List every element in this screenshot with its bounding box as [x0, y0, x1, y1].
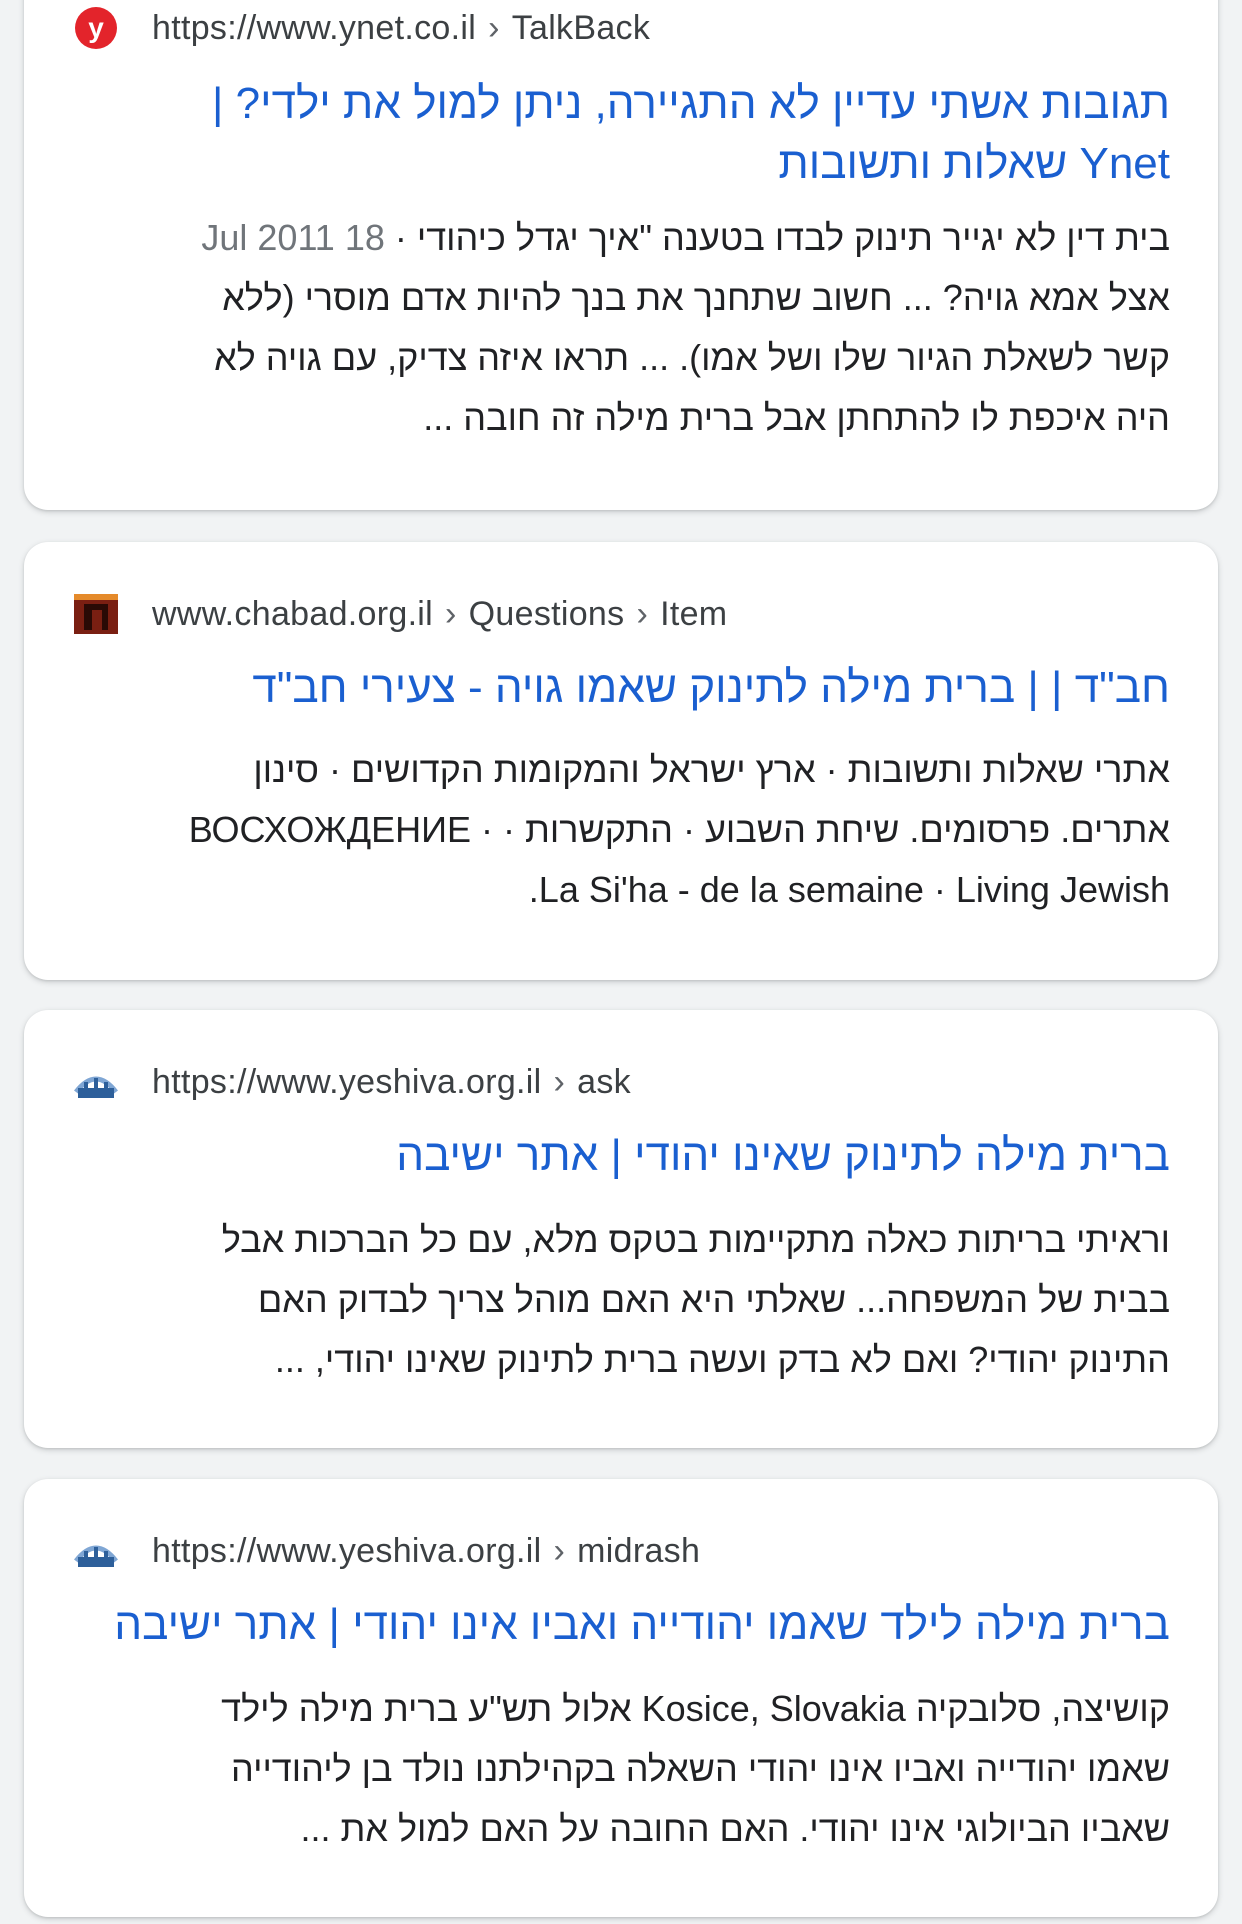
snippet-line: קושיצה, סלובקיה Kosice, Slovakia אלול תש… — [221, 1688, 1170, 1729]
snippet-line: אתרי שאלות ותשובות · ארץ ישראל והמקומות … — [253, 749, 1170, 790]
result-title-line: Ynet שאלות ותשובות — [778, 139, 1170, 188]
breadcrumb-separator: › — [636, 594, 649, 633]
snippet-text: בית דין לא יגייר תינוק לבדו בטענה "איך י… — [384, 217, 1170, 258]
breadcrumb-separator: › — [445, 594, 457, 633]
breadcrumb-separator: › — [553, 1062, 566, 1101]
result-date: 18 Jul 2011 — [201, 217, 385, 258]
result-title-link[interactable]: ברית מילה לתינוק שאינו יהודי | אתר ישיבה — [72, 1126, 1170, 1186]
svg-text:y: y — [88, 12, 104, 43]
yeshiva-logo-icon — [72, 1527, 120, 1575]
result-url-site: www.chabad.org.il — [152, 594, 434, 633]
result-url-path: midrash — [577, 1531, 701, 1570]
result-url: https://www.yeshiva.org.il › ask — [152, 1063, 631, 1102]
result-url-path: Questions — [468, 594, 625, 633]
result-title-line: תגובות אשתי עדיין לא התגיירה, ניתן למול … — [212, 79, 1170, 128]
result-url: https://www.ynet.co.il › TalkBack — [152, 9, 650, 48]
result-url-path: TalkBack — [511, 8, 651, 47]
result-url-path: Item — [660, 594, 728, 633]
snippet-line: בית דין לא יגייר תינוק לבדו בטענה "איך י… — [72, 208, 1170, 268]
snippet-line: קשר לשאלת הגיור שלו ושל אמו). ... תראו א… — [214, 337, 1170, 378]
result-title-link[interactable]: חב"ד | | ברית מילה לתינוק שאמו גויה - צע… — [72, 658, 1170, 718]
result-source-row[interactable]: y https://www.ynet.co.il › TalkBack — [72, 0, 1170, 56]
result-url-site: https://www.yeshiva.org.il — [152, 1062, 542, 1101]
snippet-line: שאמו יהודייה ואביו אינו יהודי השאלה בקהי… — [231, 1748, 1170, 1789]
snippet-line: אתרים. פרסומים. שיחת השבוע · התקשרות · ·… — [188, 809, 1170, 850]
search-result-card[interactable]: https://www.yeshiva.org.il › midrash ברית … — [24, 1479, 1218, 1917]
result-snippet: בית דין לא יגייר תינוק לבדו בטענה "איך י… — [72, 208, 1170, 448]
result-url: https://www.yeshiva.org.il › midrash — [152, 1532, 700, 1571]
search-result-card[interactable]: https://www.yeshiva.org.il › ask ברית מילה… — [24, 1010, 1218, 1448]
result-snippet: קושיצה, סלובקיה Kosice, Slovakia אלול תש… — [72, 1679, 1170, 1859]
result-title-line: ברית מילה לתינוק שאינו יהודי | אתר ישיבה — [396, 1131, 1170, 1180]
result-title-line: ברית מילה לילד שאמו יהודייה ואביו אינו י… — [114, 1600, 1170, 1649]
result-url: www.chabad.org.il › Questions › Item — [152, 595, 727, 634]
snippet-line: התינוק יהודי? ואם לא בדק ועשה ברית לתינו… — [274, 1339, 1170, 1380]
snippet-line: אצל אמא גויה? ... חשוב שתחנך את בנך להיו… — [222, 277, 1170, 318]
search-result-card[interactable]: www.chabad.org.il › Questions › Item חב"ד | … — [24, 542, 1218, 980]
result-url-site: https://www.yeshiva.org.il — [152, 1531, 542, 1570]
chabad-logo-icon — [72, 590, 120, 638]
snippet-line: וראיתי בריתות כאלה מתקיימות בטקס מלא, עם… — [221, 1219, 1170, 1260]
result-source-row[interactable]: www.chabad.org.il › Questions › Item — [72, 586, 1170, 642]
result-url-path: ask — [577, 1062, 631, 1101]
snippet-line: שאביו הביולוגי אינו יהודי. האם החובה על … — [300, 1808, 1170, 1849]
result-url-site: https://www.ynet.co.il — [152, 8, 477, 47]
ynet-logo-icon: y — [72, 4, 120, 52]
result-title-line: חב"ד | | ברית מילה לתינוק שאמו גויה - צע… — [252, 663, 1170, 712]
yeshiva-logo-icon — [72, 1058, 120, 1106]
result-snippet: וראיתי בריתות כאלה מתקיימות בטקס מלא, עם… — [72, 1210, 1170, 1390]
result-title-link[interactable]: ברית מילה לילד שאמו יהודייה ואביו אינו י… — [72, 1595, 1170, 1655]
snippet-line: בבית של המשפחה... שאלתי היא האם מוהל צרי… — [257, 1279, 1170, 1320]
search-result-card[interactable]: y https://www.ynet.co.il › TalkBack תגובות… — [24, 0, 1218, 510]
result-snippet: אתרי שאלות ותשובות · ארץ ישראל והמקומות … — [72, 740, 1170, 920]
search-results-page: y https://www.ynet.co.il › TalkBack תגובות… — [0, 0, 1242, 1924]
result-source-row[interactable]: https://www.yeshiva.org.il › ask — [72, 1054, 1170, 1110]
snippet-line: היה איכפת לו להתחתן אבל ברית מילה זה חוב… — [423, 397, 1170, 438]
result-title-link[interactable]: תגובות אשתי עדיין לא התגיירה, ניתן למול … — [72, 74, 1170, 194]
breadcrumb-separator: › — [553, 1531, 566, 1570]
result-source-row[interactable]: https://www.yeshiva.org.il › midrash — [72, 1523, 1170, 1579]
breadcrumb-separator: › — [488, 8, 500, 47]
snippet-line: La Si'ha - de la semaine · Living Jewish… — [528, 869, 1170, 910]
